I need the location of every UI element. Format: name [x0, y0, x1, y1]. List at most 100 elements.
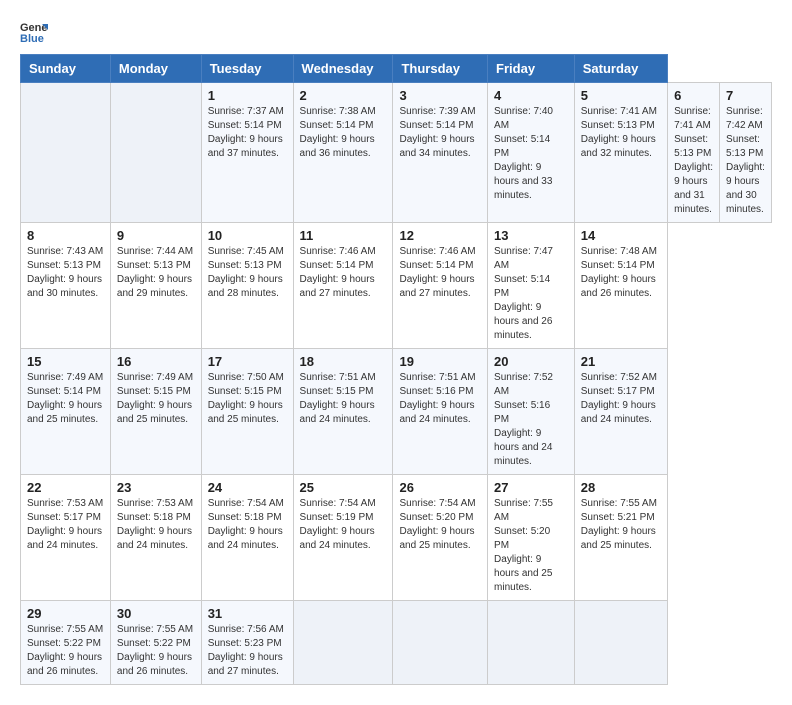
day-number: 13 — [494, 228, 568, 243]
day-cell: 27Sunrise: 7:55 AMSunset: 5:20 PMDayligh… — [488, 475, 575, 601]
day-number: 6 — [674, 88, 713, 103]
day-number: 10 — [208, 228, 287, 243]
weekday-header-row: SundayMondayTuesdayWednesdayThursdayFrid… — [21, 55, 772, 83]
day-cell: 29 Sunrise: 7:55 AMSunset: 5:22 PMDayligh… — [21, 601, 111, 685]
day-number: 7 — [726, 88, 765, 103]
day-cell: 18 Sunrise: 7:51 AMSunset: 5:15 PMDayligh… — [293, 349, 393, 475]
day-info: Sunrise: 7:37 AMSunset: 5:14 PMDaylight:… — [208, 105, 287, 161]
day-info: Sunrise: 7:49 AMSunset: 5:14 PMDaylight:… — [27, 371, 104, 427]
day-info: Sunrise: 7:53 AMSunset: 5:17 PMDaylight:… — [27, 497, 104, 553]
day-cell: 11 Sunrise: 7:46 AMSunset: 5:14 PMDayligh… — [293, 223, 393, 349]
day-cell: 10 Sunrise: 7:45 AMSunset: 5:13 PMDayligh… — [201, 223, 293, 349]
day-number: 4 — [494, 88, 568, 103]
day-info: Sunrise: 7:47 AMSunset: 5:14 PMDaylight:… — [494, 245, 568, 343]
day-cell: 8 Sunrise: 7:43 AMSunset: 5:13 PMDaylight… — [21, 223, 111, 349]
day-info: Sunrise: 7:43 AMSunset: 5:13 PMDaylight:… — [27, 245, 104, 301]
weekday-header-cell: Tuesday — [201, 55, 293, 83]
day-info: Sunrise: 7:42 AMSunset: 5:13 PMDaylight:… — [726, 105, 765, 217]
day-number: 12 — [399, 228, 481, 243]
day-number: 2 — [300, 88, 387, 103]
day-number: 26 — [399, 480, 481, 495]
weekday-header-cell: Sunday — [21, 55, 111, 83]
day-info: Sunrise: 7:52 AMSunset: 5:16 PMDaylight:… — [494, 371, 568, 469]
day-number: 9 — [117, 228, 195, 243]
day-info: Sunrise: 7:41 AMSunset: 5:13 PMDaylight:… — [674, 105, 713, 217]
day-cell: 17Sunrise: 7:50 AMSunset: 5:15 PMDayligh… — [201, 349, 293, 475]
logo-icon: General Blue — [20, 20, 48, 44]
day-info: Sunrise: 7:54 AMSunset: 5:18 PMDaylight:… — [208, 497, 287, 553]
day-cell: 15 Sunrise: 7:49 AMSunset: 5:14 PMDayligh… — [21, 349, 111, 475]
weekday-header-cell: Monday — [110, 55, 201, 83]
day-info: Sunrise: 7:46 AMSunset: 5:14 PMDaylight:… — [300, 245, 387, 301]
day-cell: 6 Sunrise: 7:41 AMSunset: 5:13 PMDaylight… — [668, 83, 720, 223]
weekday-header-cell: Wednesday — [293, 55, 393, 83]
day-cell: 7 Sunrise: 7:42 AMSunset: 5:13 PMDaylight… — [720, 83, 772, 223]
day-cell: 14Sunrise: 7:48 AMSunset: 5:14 PMDayligh… — [574, 223, 667, 349]
day-info: Sunrise: 7:55 AMSunset: 5:21 PMDaylight:… — [581, 497, 661, 553]
day-info: Sunrise: 7:56 AMSunset: 5:23 PMDaylight:… — [208, 623, 287, 679]
day-info: Sunrise: 7:52 AMSunset: 5:17 PMDaylight:… — [581, 371, 661, 427]
svg-text:Blue: Blue — [20, 33, 44, 44]
day-info: Sunrise: 7:40 AMSunset: 5:14 PMDaylight:… — [494, 105, 568, 203]
day-cell: 23 Sunrise: 7:53 AMSunset: 5:18 PMDayligh… — [110, 475, 201, 601]
day-cell: 22 Sunrise: 7:53 AMSunset: 5:17 PMDayligh… — [21, 475, 111, 601]
day-number: 24 — [208, 480, 287, 495]
day-info: Sunrise: 7:54 AMSunset: 5:20 PMDaylight:… — [399, 497, 481, 553]
day-number: 11 — [300, 228, 387, 243]
day-number: 3 — [399, 88, 481, 103]
day-number: 30 — [117, 606, 195, 621]
day-number: 29 — [27, 606, 104, 621]
day-cell: 20Sunrise: 7:52 AMSunset: 5:16 PMDayligh… — [488, 349, 575, 475]
day-cell: 30Sunrise: 7:55 AMSunset: 5:22 PMDayligh… — [110, 601, 201, 685]
day-cell: 13 Sunrise: 7:47 AMSunset: 5:14 PMDayligh… — [488, 223, 575, 349]
day-cell: 1Sunrise: 7:37 AMSunset: 5:14 PMDaylight… — [201, 83, 293, 223]
day-number: 19 — [399, 354, 481, 369]
empty-cell — [574, 601, 667, 685]
day-number: 17 — [208, 354, 287, 369]
calendar-body: 1Sunrise: 7:37 AMSunset: 5:14 PMDaylight… — [21, 83, 772, 685]
calendar-week-row: 15 Sunrise: 7:49 AMSunset: 5:14 PMDayligh… — [21, 349, 772, 475]
day-info: Sunrise: 7:41 AMSunset: 5:13 PMDaylight:… — [581, 105, 661, 161]
header: General Blue — [20, 20, 772, 44]
day-number: 8 — [27, 228, 104, 243]
day-info: Sunrise: 7:45 AMSunset: 5:13 PMDaylight:… — [208, 245, 287, 301]
day-info: Sunrise: 7:39 AMSunset: 5:14 PMDaylight:… — [399, 105, 481, 161]
day-info: Sunrise: 7:49 AMSunset: 5:15 PMDaylight:… — [117, 371, 195, 427]
day-cell: 4 Sunrise: 7:40 AMSunset: 5:14 PMDaylight… — [488, 83, 575, 223]
day-info: Sunrise: 7:44 AMSunset: 5:13 PMDaylight:… — [117, 245, 195, 301]
calendar-week-row: 1Sunrise: 7:37 AMSunset: 5:14 PMDaylight… — [21, 83, 772, 223]
day-number: 15 — [27, 354, 104, 369]
day-cell: 21 Sunrise: 7:52 AMSunset: 5:17 PMDayligh… — [574, 349, 667, 475]
empty-cell — [293, 601, 393, 685]
day-cell: 25 Sunrise: 7:54 AMSunset: 5:19 PMDayligh… — [293, 475, 393, 601]
empty-cell — [393, 601, 488, 685]
day-cell: 16Sunrise: 7:49 AMSunset: 5:15 PMDayligh… — [110, 349, 201, 475]
day-number: 25 — [300, 480, 387, 495]
day-number: 5 — [581, 88, 661, 103]
day-cell: 5 Sunrise: 7:41 AMSunset: 5:13 PMDaylight… — [574, 83, 667, 223]
day-info: Sunrise: 7:51 AMSunset: 5:16 PMDaylight:… — [399, 371, 481, 427]
day-cell: 9 Sunrise: 7:44 AMSunset: 5:13 PMDaylight… — [110, 223, 201, 349]
day-info: Sunrise: 7:51 AMSunset: 5:15 PMDaylight:… — [300, 371, 387, 427]
calendar-table: SundayMondayTuesdayWednesdayThursdayFrid… — [20, 54, 772, 685]
day-number: 23 — [117, 480, 195, 495]
day-info: Sunrise: 7:54 AMSunset: 5:19 PMDaylight:… — [300, 497, 387, 553]
day-info: Sunrise: 7:48 AMSunset: 5:14 PMDaylight:… — [581, 245, 661, 301]
calendar-week-row: 22 Sunrise: 7:53 AMSunset: 5:17 PMDayligh… — [21, 475, 772, 601]
day-cell: 31 Sunrise: 7:56 AMSunset: 5:23 PMDayligh… — [201, 601, 293, 685]
calendar-week-row: 29 Sunrise: 7:55 AMSunset: 5:22 PMDayligh… — [21, 601, 772, 685]
logo: General Blue — [20, 20, 48, 44]
day-number: 18 — [300, 354, 387, 369]
day-info: Sunrise: 7:55 AMSunset: 5:20 PMDaylight:… — [494, 497, 568, 595]
day-number: 21 — [581, 354, 661, 369]
day-number: 22 — [27, 480, 104, 495]
day-info: Sunrise: 7:38 AMSunset: 5:14 PMDaylight:… — [300, 105, 387, 161]
day-cell: 12Sunrise: 7:46 AMSunset: 5:14 PMDayligh… — [393, 223, 488, 349]
day-number: 31 — [208, 606, 287, 621]
day-info: Sunrise: 7:55 AMSunset: 5:22 PMDaylight:… — [27, 623, 104, 679]
day-cell: 3 Sunrise: 7:39 AMSunset: 5:14 PMDaylight… — [393, 83, 488, 223]
empty-cell — [488, 601, 575, 685]
day-info: Sunrise: 7:53 AMSunset: 5:18 PMDaylight:… — [117, 497, 195, 553]
day-cell: 19 Sunrise: 7:51 AMSunset: 5:16 PMDayligh… — [393, 349, 488, 475]
empty-cell — [110, 83, 201, 223]
